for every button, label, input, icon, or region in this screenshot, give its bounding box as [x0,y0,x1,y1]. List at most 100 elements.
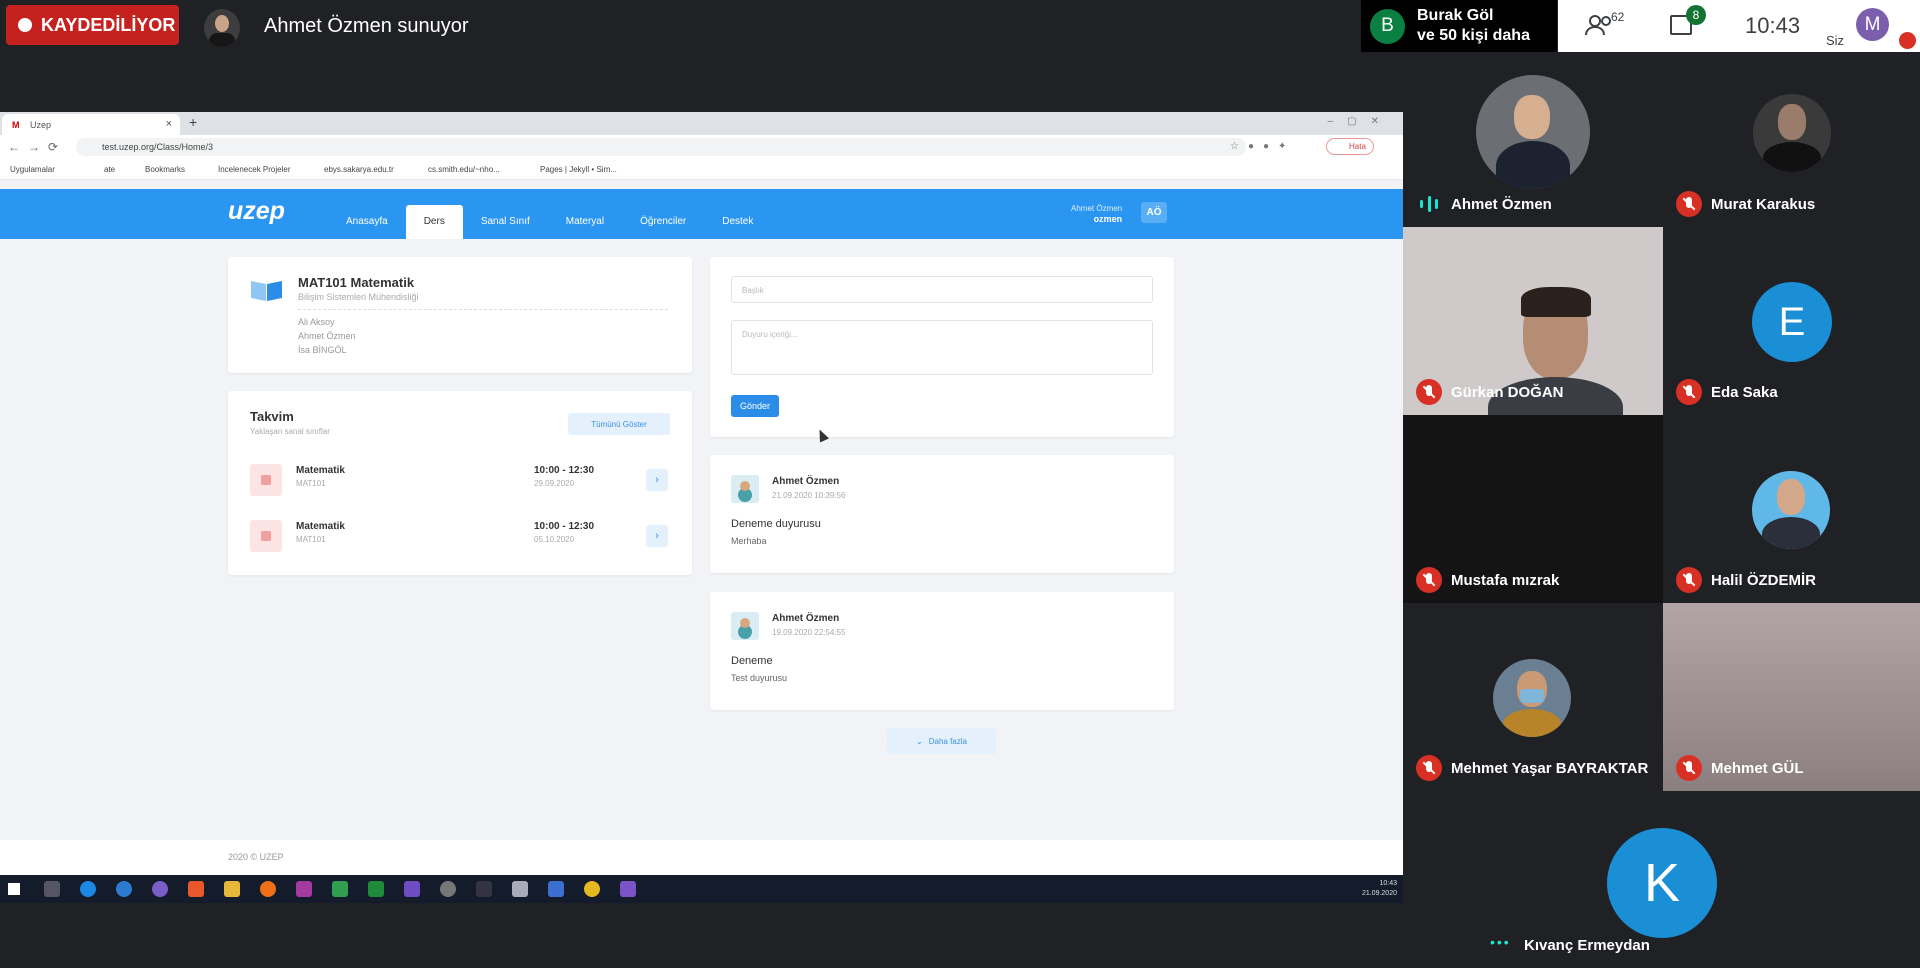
bookmark-item[interactable]: Pages | Jekyll • Sim... [540,165,617,174]
more-label: Daha fazla [928,736,967,746]
footer-text: 2020 © UZEP [228,852,284,862]
app-icon[interactable] [296,881,312,897]
more-dots-icon: ••• [1490,934,1511,950]
bookmark-item[interactable]: İncelenecek Projeler [218,165,290,174]
announcement-card: Ahmet Özmen 19.09.2020 22:54:55 Deneme T… [710,592,1174,710]
task-view-icon[interactable] [44,881,60,897]
meet-clock: 10:43 [1745,13,1801,38]
send-button[interactable]: Gönder [731,395,779,417]
participant-avatar [1476,75,1590,189]
chevron-right-icon[interactable]: › [646,525,668,547]
participant-tile[interactable]: Ahmet Özmen [1403,52,1663,227]
extension-icons[interactable]: ☆●●✦ [1230,141,1295,152]
firefox-icon[interactable] [260,881,276,897]
self-label: Siz [1826,33,1845,48]
instructor: İsa BİNGÖL [298,345,347,355]
menu-materyal[interactable]: Materyal [548,205,622,239]
announcement-title: Deneme duyurusu [731,518,821,530]
chat-badge: 8 [1686,5,1706,25]
menu-anasayfa[interactable]: Anasayfa [328,205,406,239]
course-divider [298,309,668,310]
participant-tile[interactable]: Gürkan DOĞAN [1403,227,1663,415]
more-button[interactable]: ⌄ Daha fazla [887,728,996,754]
announcement-date: 19.09.2020 22:54:55 [772,628,846,637]
calendar-event: Matematik MAT101 10:00 - 12:30 05.10.202… [250,517,670,553]
record-dot-icon [18,18,32,32]
course-title: MAT101 Matematik [298,275,415,290]
participant-tile[interactable]: Mehmet Yaşar BAYRAKTAR [1403,603,1663,791]
content-input[interactable]: Duyuru içeriği... [731,320,1153,375]
menu-destek[interactable]: Destek [704,205,771,239]
course-department: Bilişim Sistemleri Mühendisliği [298,292,419,302]
app-icon[interactable] [152,881,168,897]
terminal-icon[interactable] [476,881,492,897]
event-icon [250,464,282,496]
participant-tile[interactable]: E Eda Saka [1663,227,1920,415]
vscode-icon[interactable] [620,881,636,897]
tab-title: Uzep [30,120,52,130]
taskbar-time: 10:43 [1379,880,1397,887]
join-notification[interactable]: B Burak Göl ve 50 kişi daha [1361,0,1557,52]
user-badge[interactable]: AÖ [1141,202,1167,223]
uzep-logo[interactable]: uzep [228,197,285,226]
explorer-icon[interactable] [224,881,240,897]
bookmark-item[interactable]: Uygulamalar [10,165,55,174]
bookmark-item[interactable]: ate [104,165,115,174]
participant-tile[interactable]: Mehmet GÜL [1663,603,1920,791]
chrome-icon[interactable] [584,881,600,897]
self-avatar[interactable]: M [1856,8,1889,41]
event-time: 10:00 - 12:30 [534,521,595,532]
mic-off-icon [1416,379,1442,405]
vs-icon[interactable] [404,881,420,897]
participant-name: Mustafa mızrak [1451,572,1560,589]
app-icon[interactable] [512,881,528,897]
app-icon[interactable] [548,881,564,897]
bookmark-item[interactable]: Bookmarks [145,165,185,174]
ie-icon[interactable] [116,881,132,897]
announcement-body: Merhaba [731,536,767,546]
user-info[interactable]: Ahmet Özmen ozmen [1071,204,1122,225]
book-icon [251,281,282,301]
participant-tile[interactable]: Mustafa mızrak [1403,415,1663,603]
notification-line2: ve 50 kişi daha [1417,27,1530,44]
event-icon [250,520,282,552]
participant-tile[interactable]: K ••• Kıvanç Ermeydan [1476,791,1848,968]
calendar-event: Matematik MAT101 10:00 - 12:30 29.09.202… [250,461,670,497]
bookmark-item[interactable]: cs.smith.edu/~nho... [428,165,500,174]
participant-tile[interactable]: Halil ÖZDEMİR [1663,415,1920,603]
new-tab-icon[interactable]: + [189,114,197,130]
app-icon[interactable] [332,881,348,897]
speaking-icon [1420,196,1438,212]
author-avatar [731,475,759,503]
app-navbar: uzep Anasayfa Ders Sanal Sınıf Materyal … [0,189,1403,239]
app-icon[interactable] [440,881,456,897]
menu-ders[interactable]: Ders [405,205,463,239]
author-avatar [731,612,759,640]
participant-avatar [1753,94,1831,172]
menu-sanal-sinif[interactable]: Sanal Sınıf [463,205,548,239]
bookmark-item[interactable]: ebys.sakarya.edu.tr [324,165,394,174]
taskbar-date: 21.09.2020 [1361,890,1397,897]
window-controls[interactable]: –▢✕ [1328,116,1393,127]
edge-icon[interactable] [80,881,96,897]
main-menu: Anasayfa Ders Sanal Sınıf Materyal Öğren… [328,189,771,239]
instructor: Ahmet Özmen [298,331,356,341]
chevron-right-icon[interactable]: › [646,469,668,491]
browser-tab[interactable]: M Uzep × [2,114,180,135]
participant-name: Mehmet Yaşar BAYRAKTAR [1451,760,1649,777]
title-input[interactable]: Başlık [731,276,1153,303]
user-name: Ahmet Özmen [1071,204,1123,213]
show-all-button[interactable]: Tümünü Göster [568,413,670,435]
participant-name: Eda Saka [1711,384,1778,401]
windows-start-icon[interactable] [8,883,20,895]
profile-chip[interactable]: Hata [1326,138,1374,155]
url-field[interactable]: test.uzep.org/Class/Home/3 [76,138,1246,156]
participant-tile[interactable]: Murat Karakus [1663,52,1920,227]
tab-close-icon[interactable]: × [166,118,172,130]
sublime-icon[interactable] [188,881,204,897]
participant-name: Murat Karakus [1711,196,1816,213]
meet-controls: 62 8 10:43 M Siz [1558,0,1920,52]
excel-icon[interactable] [368,881,384,897]
nav-arrows-icon[interactable]: ←→⟳ [8,140,66,154]
menu-ogrenciler[interactable]: Öğrenciler [622,205,704,239]
